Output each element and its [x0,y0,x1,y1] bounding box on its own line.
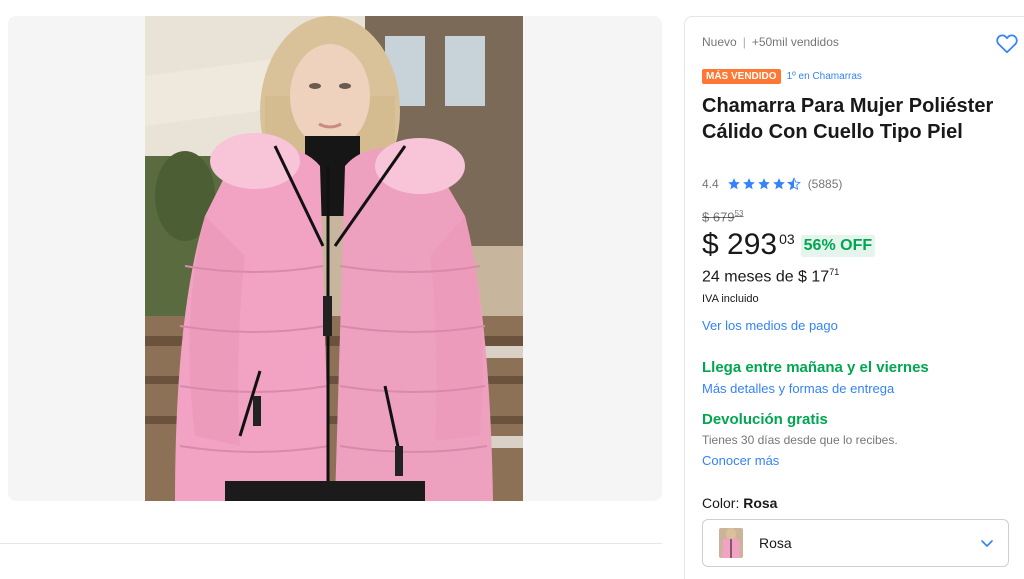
heart-icon [996,34,1018,54]
color-selector[interactable]: Rosa [702,519,1009,567]
rating-summary[interactable]: 4.4 (5885) [702,177,842,191]
category-rank-link[interactable]: 1º en Chamarras [787,71,862,82]
current-price-row: $ 293 03 56% OFF [702,227,876,263]
shipping-details-link[interactable]: Más detalles y formas de entrega [702,381,894,396]
rating-count: (5885) [807,177,843,191]
star-half-icon [786,177,801,191]
star-icon [757,178,770,190]
buy-box: Nuevo | +50mil vendidos MÁS VENDIDO 1º en C… [684,16,1024,579]
installments-text: 24 meses de $ 17 [702,268,830,286]
color-thumbnail [719,528,743,558]
original-price: $ 67953 [702,209,743,224]
condition-label: Nuevo [702,35,737,49]
star-icon [772,178,785,190]
current-price-amount: $ 293 [702,228,778,261]
product-photo-illustration [145,16,523,501]
color-thumbnail-image [719,528,743,558]
product-title: Chamarra Para Mujer Poliéster Cálido Con… [702,95,994,143]
returns-text: Tienes 30 días desde que lo recibes. [702,433,898,447]
favorite-button[interactable] [994,30,1020,56]
sold-count: +50mil vendidos [751,35,839,49]
product-subtitle: Nuevo | +50mil vendidos [702,35,839,49]
star-icon [742,178,755,190]
subtitle-separator: | [742,35,746,49]
payment-methods-link[interactable]: Ver los medios de pago [702,318,838,333]
returns-learn-more-link[interactable]: Conocer más [702,453,779,468]
current-price-cents: 03 [779,231,795,247]
returns-title: Devolución gratis [702,411,828,428]
shipping-title: Llega entre mañana y el viernes [702,359,929,376]
product-image[interactable] [145,16,523,501]
installments-info: 24 meses de $ 1771 [702,267,839,286]
section-divider [0,543,662,544]
badges-row: MÁS VENDIDO 1º en Chamarras [702,68,862,86]
rating-value: 4.4 [702,177,719,191]
installments-cents: 71 [829,267,840,277]
best-seller-badge: MÁS VENDIDO [702,69,781,85]
original-price-amount: $ 679 [702,209,735,225]
rating-stars [727,177,802,191]
color-select-value: Rosa [759,535,792,551]
discount-badge: 56% OFF [800,235,876,257]
product-gallery [8,16,662,501]
star-icon [727,178,740,190]
color-label: Color: Rosa [702,495,777,511]
original-price-cents: 53 [734,209,744,218]
chevron-down-icon [981,540,993,547]
tax-note: IVA incluido [702,293,759,305]
color-selected-name: Rosa [743,495,778,511]
color-label-prefix: Color: [702,495,744,511]
